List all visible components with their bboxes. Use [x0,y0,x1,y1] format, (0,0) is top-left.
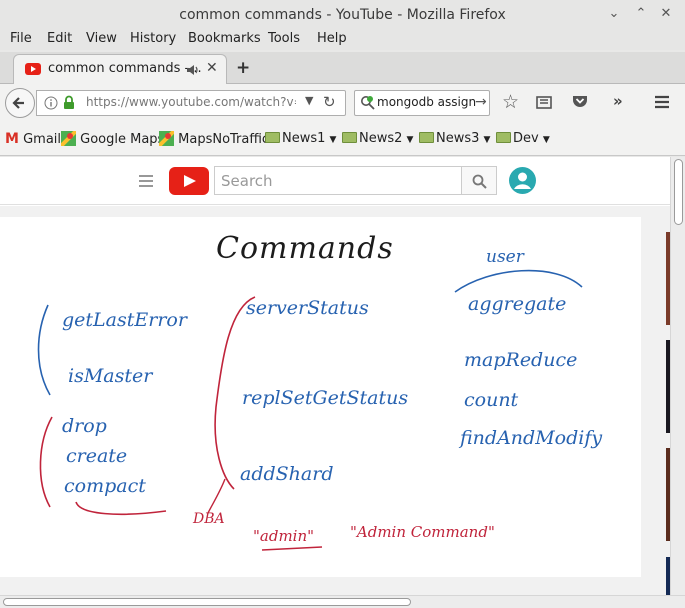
maps-icon [157,129,176,148]
folder-icon [342,132,357,143]
navigation-bar: https://www.youtube.com/watch?v=E ▼ ↻ mo… [0,84,685,122]
bookmarks-toolbar: M Gmail Google Maps MapsNoTraffic News1 … [0,122,685,156]
whiteboard-item: count [464,389,519,411]
menu-bar: File Edit View History Bookmarks Tools H… [0,30,685,50]
vertical-scrollbar[interactable] [670,157,685,595]
whiteboard-item: isMaster [68,365,153,387]
whiteboard-item: create [66,445,128,467]
reload-icon[interactable]: ↻ [323,93,336,111]
tab-title: common commands -... [48,61,202,76]
bookmark-label: Gmail [23,132,62,147]
chevron-down-icon: ▼ [406,135,414,145]
bookmark-mapsnotraffic[interactable]: MapsNoTraffic [157,129,270,148]
bookmark-gmail[interactable]: M Gmail [5,131,61,147]
whiteboard-admin-label: "admin" [253,527,315,545]
gmail-icon: M [5,131,19,147]
chevron-down-icon: ▼ [329,135,337,145]
new-tab-icon[interactable]: + [236,58,250,78]
bookmark-google-maps[interactable]: Google Maps [59,129,165,148]
bookmark-folder-news3[interactable]: News3 ▼ [419,131,490,146]
overflow-chevron-icon[interactable]: » [613,92,623,110]
horizontal-scrollbar-thumb[interactable] [3,598,411,606]
whiteboard-item: findAndModify [460,427,603,449]
whiteboard-item: aggregate [468,293,567,315]
pocket-icon[interactable] [572,94,588,108]
speaker-icon[interactable] [186,64,200,76]
url-text[interactable]: https://www.youtube.com/watch?v=E [86,95,296,109]
folder-icon [419,132,434,143]
search-bar[interactable]: mongodb assign → [354,90,490,116]
youtube-search-button[interactable] [461,166,497,195]
search-go-icon[interactable]: → [475,94,487,110]
whiteboard-item: replSetGetStatus [242,387,409,409]
whiteboard-item: getLastError [62,309,187,331]
reading-list-icon[interactable] [536,95,552,109]
search-input[interactable]: mongodb assign [377,95,476,109]
tab-youtube[interactable]: common commands -... ✕ [13,54,227,84]
menu-help[interactable]: Help [317,31,347,46]
youtube-search-input[interactable]: Search [214,166,462,195]
search-icon [472,174,487,189]
info-icon[interactable] [44,96,58,110]
whiteboard-item: serverStatus [246,297,369,319]
youtube-logo-icon[interactable] [169,167,209,195]
page-content: Search Commands getLastError isMaster dr… [0,157,670,595]
menu-tools[interactable]: Tools [268,31,300,46]
folder-icon [496,132,511,143]
whiteboard-admin-command-label: "Admin Command" [350,523,495,541]
back-button[interactable] [4,87,36,119]
chevron-down-icon: ▼ [483,135,491,145]
youtube-search-placeholder: Search [221,172,273,190]
url-bar[interactable]: https://www.youtube.com/watch?v=E ▼ ↻ [36,90,346,116]
bookmark-label: News1 [282,131,326,146]
bookmark-folder-dev[interactable]: Dev ▼ [496,131,550,146]
whiteboard-user-label: user [486,247,524,267]
bookmark-label: News2 [359,131,403,146]
close-window-icon[interactable]: ✕ [655,0,677,30]
bookmark-label: MapsNoTraffic [178,132,270,147]
whiteboard-item: addShard [240,463,334,485]
maximize-icon[interactable]: ⌃ [630,0,652,30]
video-player[interactable]: Commands getLastError isMaster drop crea… [0,217,641,577]
guide-menu-icon[interactable] [139,175,153,187]
menu-view[interactable]: View [86,31,117,46]
tab-strip: common commands -... ✕ + [0,52,685,84]
tab-close-icon[interactable]: ✕ [206,60,218,76]
vertical-scrollbar-thumb[interactable] [674,159,683,225]
whiteboard-item: compact [64,475,146,497]
chevron-down-icon: ▼ [542,135,550,145]
lock-icon [64,95,74,109]
menu-edit[interactable]: Edit [47,31,72,46]
minimize-icon[interactable]: ⌄ [603,0,625,30]
whiteboard-dba-label: DBA [193,511,225,527]
bookmark-folder-news2[interactable]: News2 ▼ [342,131,413,146]
window-title: common commands - YouTube - Mozilla Fire… [179,7,506,23]
whiteboard-title: Commands [216,231,394,266]
horizontal-scrollbar[interactable] [0,595,685,608]
menu-file[interactable]: File [10,31,32,46]
window-titlebar: common commands - YouTube - Mozilla Fire… [0,0,685,30]
avatar[interactable] [509,167,536,194]
bookmark-label: Google Maps [80,132,165,147]
menu-bookmarks[interactable]: Bookmarks [188,31,261,46]
hamburger-menu-icon[interactable] [654,95,670,109]
bookmark-folder-news1[interactable]: News1 ▼ [265,131,336,146]
bookmark-star-icon[interactable]: ☆ [502,91,519,113]
menu-history[interactable]: History [130,31,176,46]
youtube-favicon [25,63,41,75]
bookmark-label: Dev [513,131,539,146]
youtube-header: Search [0,157,670,205]
url-dropdown-icon[interactable]: ▼ [305,94,313,107]
folder-icon [265,132,280,143]
bookmark-label: News3 [436,131,480,146]
maps-icon [59,129,78,148]
whiteboard-item: mapReduce [464,349,578,371]
whiteboard-item: drop [62,415,107,437]
search-engine-icon[interactable] [360,95,376,111]
